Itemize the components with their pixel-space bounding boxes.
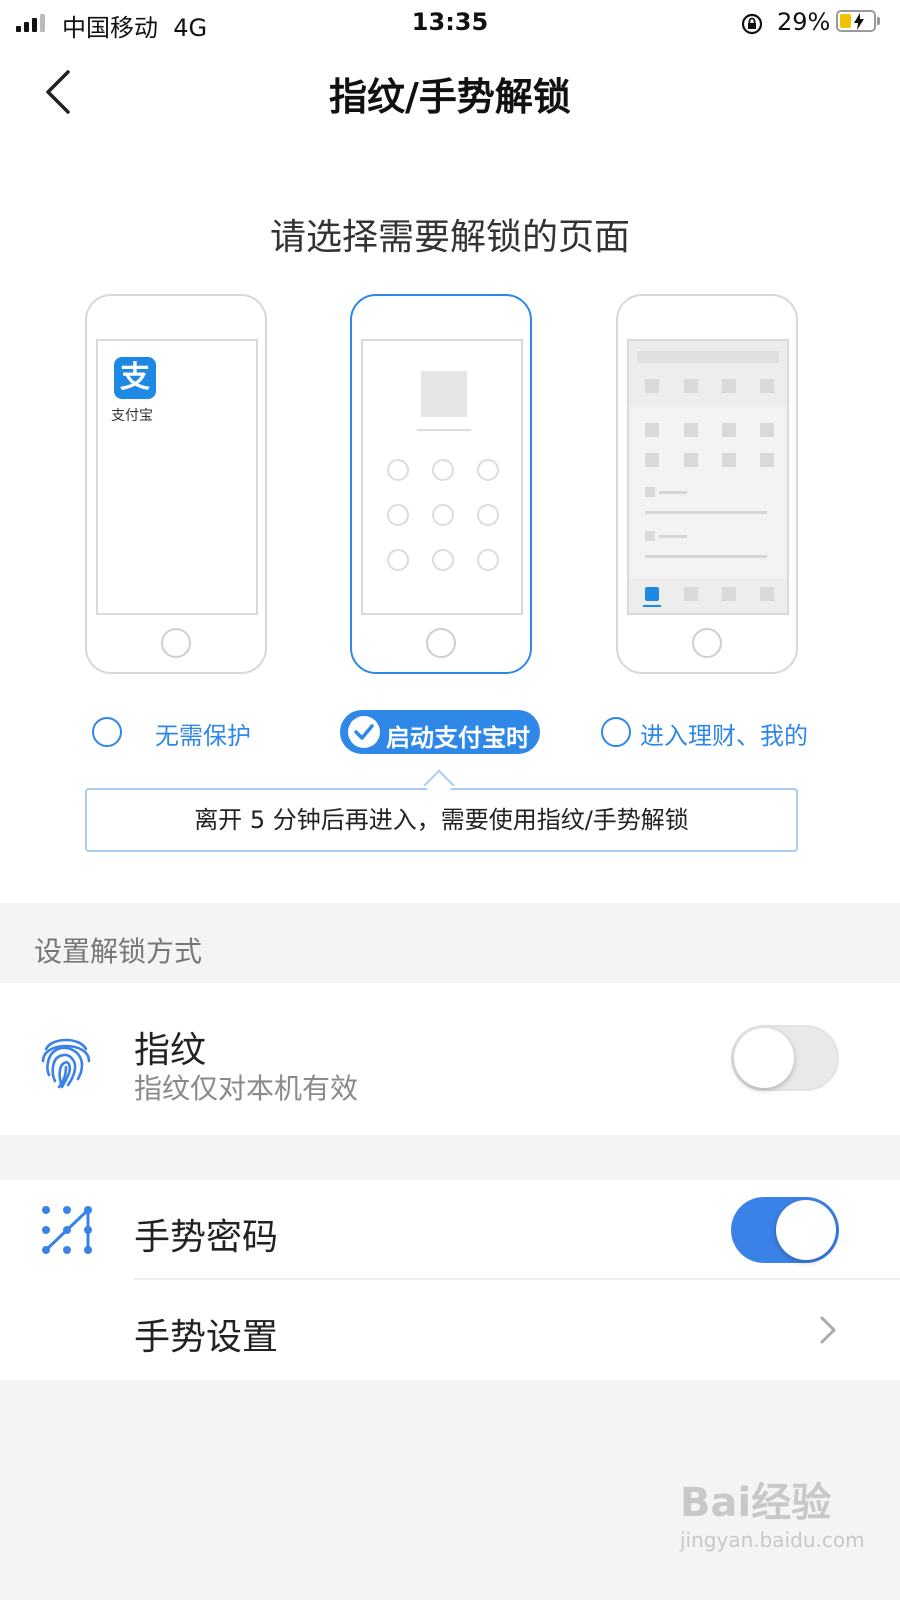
section-header: 设置解锁方式 [34,935,203,968]
option-label-wealth-me[interactable]: 进入理财、我的 [640,716,808,751]
watermark-logo: Bai经验 [680,1480,832,1526]
gesture-dot [477,549,499,571]
alipay-app-label: 支付宝 [111,408,153,424]
radio-wealth-me[interactable] [601,717,631,747]
home-button-icon [161,628,191,658]
gesture-dot [432,459,454,481]
battery-icon [836,10,880,32]
checkmark-icon [348,716,380,748]
phone-preview-wealth-me[interactable] [616,294,798,674]
gesture-dot [387,459,409,481]
gesture-dot [432,549,454,571]
fingerprint-title: 指纹 [134,1030,207,1071]
gesture-dot [477,504,499,526]
option-label-no-protection[interactable]: 无需保护 [155,716,251,751]
gesture-settings-title: 手势设置 [134,1317,279,1358]
gesture-dot [432,504,454,526]
phone-preview-on-launch[interactable] [350,294,532,674]
phone-screen: 支 支付宝 [96,339,258,615]
clock: 13:35 [411,8,489,36]
battery-percentage: 29% [777,8,831,36]
chevron-right-icon[interactable] [816,1310,840,1350]
phone-screen [361,339,523,615]
tab-icon [645,587,659,601]
home-button-icon [426,628,456,658]
option-on-launch-selected[interactable]: 启动支付宝时 [340,710,540,754]
fingerprint-row: 指纹 指纹仅对本机有效 [0,983,900,1135]
toggle-knob [776,1200,836,1260]
gesture-dot [387,549,409,571]
status-bar: 中国移动 4G 13:35 29% [0,0,900,48]
home-button-icon [692,628,722,658]
avatar-placeholder [421,371,467,417]
phone-preview-no-protection[interactable]: 支 支付宝 [85,294,267,674]
page-title: 指纹/手势解锁 [329,75,571,119]
rotation-lock-icon [741,13,763,35]
radio-no-protection[interactable] [92,717,122,747]
fingerprint-toggle[interactable] [731,1025,839,1091]
gesture-password-title: 手势密码 [134,1217,279,1258]
option-label-on-launch: 启动支付宝时 [386,724,530,752]
gesture-pattern-icon [42,1206,92,1254]
watermark-url: jingyan.baidu.com [680,1528,865,1552]
gesture-password-toggle[interactable] [731,1197,839,1263]
gesture-dot [387,504,409,526]
gesture-dot [477,459,499,481]
gesture-settings-row[interactable]: 手势设置 [0,1280,900,1380]
toggle-knob [734,1028,794,1088]
fingerprint-subtitle: 指纹仅对本机有效 [134,1072,359,1105]
phone-screen [627,339,789,615]
fingerprint-icon [41,1038,91,1089]
selection-prompt: 请选择需要解锁的页面 [269,217,630,258]
alipay-app-icon: 支 [114,357,156,399]
